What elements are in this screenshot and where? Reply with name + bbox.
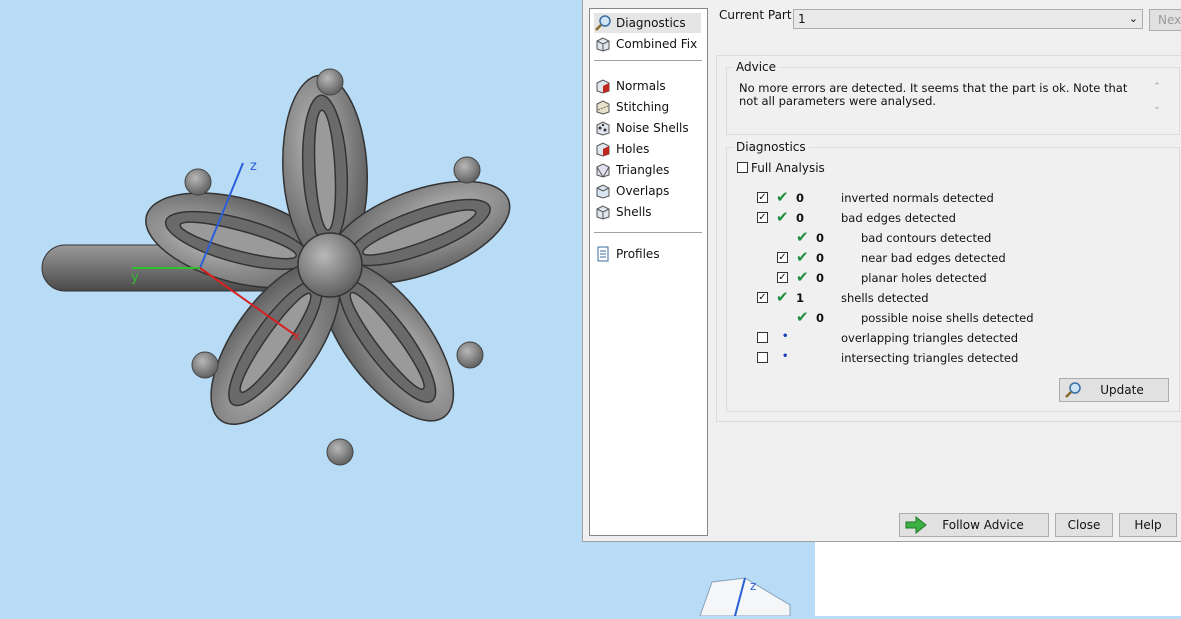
ok-check-icon: ✔ bbox=[776, 188, 789, 206]
ok-check-icon: ✔ bbox=[796, 248, 809, 266]
current-part-value: 1 bbox=[798, 12, 806, 26]
nav-item-label: Stitching bbox=[616, 100, 670, 114]
near-bad-edges-checkbox[interactable]: ✓ bbox=[777, 252, 788, 263]
ok-check-icon: ✔ bbox=[796, 268, 809, 286]
nav-divider bbox=[594, 232, 702, 233]
repair-dialog: Diagnostics Combined Fix Normals Stitchi… bbox=[582, 0, 1181, 542]
x-axis-label: x bbox=[293, 329, 300, 343]
nav-item-noise-shells[interactable]: Noise Shells bbox=[594, 118, 689, 138]
bad-edges-label: bad edges detected bbox=[841, 211, 956, 225]
noise-shells-cube-icon bbox=[594, 119, 612, 137]
advice-text: No more errors are detected. It seems th… bbox=[739, 81, 1128, 108]
diagnostics-title: Diagnostics bbox=[733, 140, 809, 154]
nav-item-holes[interactable]: Holes bbox=[594, 139, 649, 159]
advice-title: Advice bbox=[733, 60, 780, 74]
shells-cube-icon bbox=[594, 203, 612, 221]
overlaps-cube-icon bbox=[594, 182, 612, 200]
planar-holes-checkbox[interactable]: ✓ bbox=[777, 272, 788, 283]
current-part-select[interactable]: 1 ⌄ bbox=[793, 9, 1143, 29]
nav-item-label: Normals bbox=[616, 79, 666, 93]
nav-item-label: Shells bbox=[616, 205, 652, 219]
update-label: Update bbox=[1100, 383, 1144, 397]
empty-area bbox=[815, 540, 1181, 616]
nav-list: Diagnostics Combined Fix Normals Stitchi… bbox=[589, 8, 708, 536]
nav-item-label: Profiles bbox=[616, 247, 660, 261]
update-button[interactable]: Update bbox=[1059, 378, 1169, 402]
bad-contours-label: bad contours detected bbox=[861, 231, 992, 245]
magnifier-icon bbox=[594, 14, 612, 32]
stitching-cube-icon bbox=[594, 98, 612, 116]
bad-contours-count: 0 bbox=[816, 231, 825, 245]
planar-holes-count: 0 bbox=[816, 271, 825, 285]
follow-advice-label: Follow Advice bbox=[942, 518, 1024, 532]
shells-checkbox[interactable]: ✓ bbox=[757, 292, 768, 303]
nav-item-diagnostics[interactable]: Diagnostics bbox=[594, 13, 701, 33]
ok-check-icon: ✔ bbox=[796, 228, 809, 246]
nav-item-profiles[interactable]: Profiles bbox=[594, 244, 660, 264]
nav-item-label: Combined Fix bbox=[616, 37, 698, 51]
magnifier-icon bbox=[1065, 382, 1081, 398]
nav-item-normals[interactable]: Normals bbox=[594, 76, 666, 96]
bad-edges-count: 0 bbox=[796, 211, 805, 225]
nav-item-overlaps[interactable]: Overlaps bbox=[594, 181, 669, 201]
ok-check-icon: ✔ bbox=[796, 308, 809, 326]
profiles-document-icon bbox=[594, 245, 612, 263]
triangles-cube-icon bbox=[594, 161, 612, 179]
view-cube-z-label: z bbox=[750, 579, 756, 593]
intersecting-triangles-checkbox[interactable] bbox=[757, 352, 768, 363]
next-button[interactable]: Next bbox=[1149, 9, 1181, 31]
advice-group: Advice No more errors are detected. It s… bbox=[726, 60, 1180, 135]
nav-item-label: Overlaps bbox=[616, 184, 670, 198]
y-axis-label: y bbox=[131, 270, 139, 285]
noise-shells-count: 0 bbox=[816, 311, 825, 325]
follow-advice-button[interactable]: Follow Advice bbox=[899, 513, 1049, 537]
intersecting-triangles-label: intersecting triangles detected bbox=[841, 351, 1019, 365]
near-bad-edges-label: near bad edges detected bbox=[861, 251, 1006, 265]
inverted-normals-label: inverted normals detected bbox=[841, 191, 994, 205]
full-analysis-checkbox[interactable] bbox=[737, 162, 748, 173]
shells-count: 1 bbox=[796, 291, 805, 305]
ok-check-icon: ✔ bbox=[776, 208, 789, 226]
nav-item-triangles[interactable]: Triangles bbox=[594, 160, 669, 180]
view-cube-widget[interactable]: z bbox=[699, 577, 791, 617]
nav-divider bbox=[594, 60, 702, 61]
current-part-label: Current Part: bbox=[719, 8, 796, 22]
holes-cube-icon bbox=[594, 140, 612, 158]
not-analysed-dot-icon: • bbox=[782, 351, 789, 362]
nav-item-stitching[interactable]: Stitching bbox=[594, 97, 669, 117]
help-button[interactable]: Help bbox=[1119, 513, 1177, 537]
bad-edges-checkbox[interactable]: ✓ bbox=[757, 212, 768, 223]
full-analysis-label: Full Analysis bbox=[751, 161, 825, 175]
inverted-normals-count: 0 bbox=[796, 191, 805, 205]
shells-label: shells detected bbox=[841, 291, 929, 305]
nav-item-label: Noise Shells bbox=[616, 121, 689, 135]
close-button[interactable]: Close bbox=[1055, 513, 1113, 537]
chevron-down-icon: ⌄ bbox=[1128, 12, 1138, 25]
nav-item-combined-fix[interactable]: Combined Fix bbox=[594, 34, 697, 54]
near-bad-edges-count: 0 bbox=[816, 251, 825, 265]
green-arrow-icon bbox=[905, 516, 927, 534]
ok-check-icon: ✔ bbox=[776, 288, 789, 306]
overlapping-triangles-label: overlapping triangles detected bbox=[841, 331, 1019, 345]
overlapping-triangles-checkbox[interactable] bbox=[757, 332, 768, 343]
noise-shells-label: possible noise shells detected bbox=[861, 311, 1034, 325]
nav-item-label: Triangles bbox=[616, 163, 670, 177]
nav-item-label: Holes bbox=[616, 142, 650, 156]
nav-item-shells[interactable]: Shells bbox=[594, 202, 652, 222]
nav-item-label: Diagnostics bbox=[616, 16, 686, 30]
not-analysed-dot-icon: • bbox=[782, 331, 789, 342]
advice-scrollbar[interactable]: ⌃ ⌄ bbox=[1149, 82, 1165, 128]
normals-cube-icon bbox=[594, 77, 612, 95]
inverted-normals-checkbox[interactable]: ✓ bbox=[757, 192, 768, 203]
planar-holes-label: planar holes detected bbox=[861, 271, 987, 285]
cube-icon bbox=[594, 35, 612, 53]
z-axis-label: z bbox=[250, 159, 257, 174]
